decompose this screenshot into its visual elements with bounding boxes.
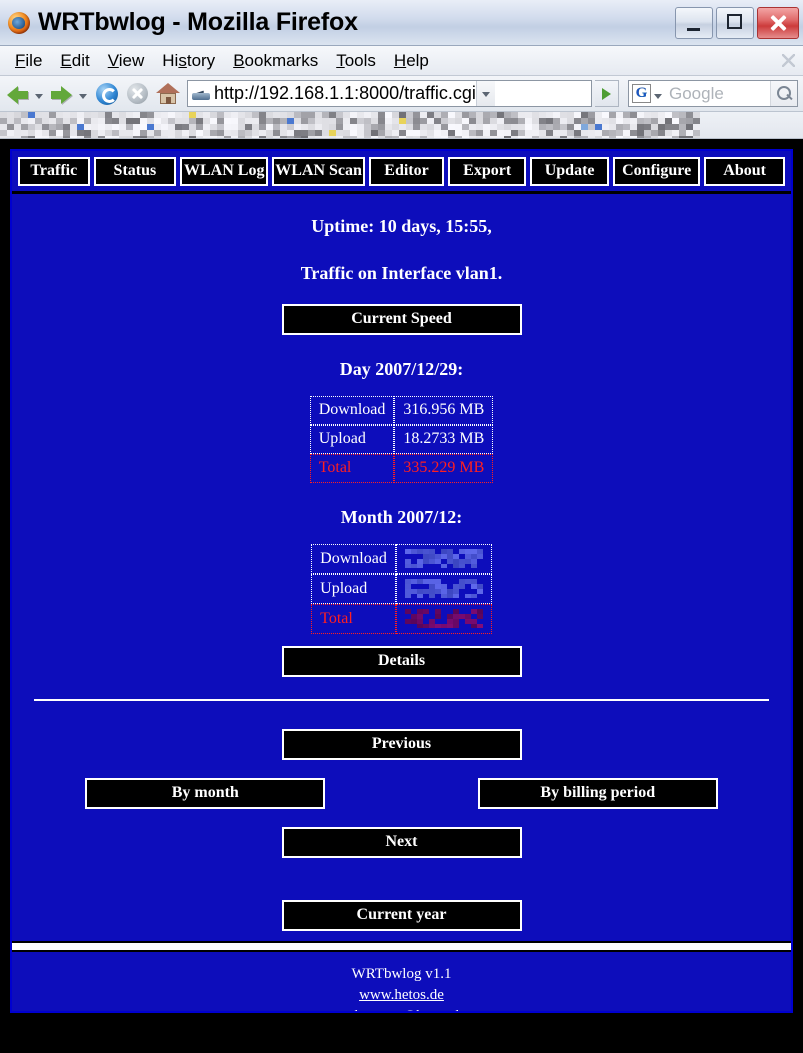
by-month-button[interactable]: By month — [85, 778, 325, 809]
table-row: Total 335.229 MB — [310, 454, 494, 483]
firefox-globe-icon — [6, 10, 32, 36]
month-title: Month 2007/12: — [12, 507, 791, 528]
row-label: Upload — [311, 574, 396, 604]
email-link[interactable]: webmaster@hetos.de — [12, 1006, 791, 1013]
forward-button[interactable] — [49, 81, 75, 107]
top-tab-update[interactable]: Update — [530, 157, 609, 186]
previous-button[interactable]: Previous — [282, 729, 522, 760]
by-billing-period-button[interactable]: By billing period — [478, 778, 718, 809]
day-traffic-table: Download 316.956 MB Upload 18.2733 MB Total 3… — [310, 396, 494, 483]
redacted-value — [405, 609, 483, 628]
menubar-grip-icon — [782, 54, 795, 67]
footer-divider — [12, 941, 791, 952]
url-bar[interactable]: http://192.168.1.1:8000/traffic.cgi — [187, 80, 592, 107]
menu-help[interactable]: Help — [385, 49, 438, 73]
firefox-window: WRTbwlog - Mozilla Firefox File Edit Vie… — [0, 0, 803, 1053]
table-row: Upload — [311, 574, 492, 604]
row-value: 335.229 MB — [394, 454, 493, 483]
section-divider — [34, 699, 769, 701]
top-tab-export[interactable]: Export — [448, 157, 526, 186]
version-text: WRTbwlog v1.1 — [12, 964, 791, 985]
home-icon[interactable] — [156, 83, 180, 105]
menu-tools[interactable]: Tools — [327, 49, 385, 73]
reload-icon[interactable] — [96, 83, 118, 105]
minimize-button[interactable] — [675, 7, 713, 39]
redacted-value — [405, 579, 483, 598]
navigation-toolbar: http://192.168.1.1:8000/traffic.cgi G Go… — [0, 76, 803, 112]
top-tab-about[interactable]: About — [704, 157, 785, 186]
current-year-button[interactable]: Current year — [282, 900, 522, 931]
stop-icon[interactable] — [127, 83, 148, 104]
top-tab-status[interactable]: Status — [94, 157, 177, 186]
menu-file[interactable]: File — [6, 49, 51, 73]
row-value — [396, 544, 492, 574]
table-row: Download — [311, 544, 492, 574]
url-text: http://192.168.1.1:8000/traffic.cgi — [214, 83, 476, 104]
uptime-text: Uptime: 10 days, 15:55, — [12, 216, 791, 237]
row-label: Upload — [310, 425, 395, 454]
bookmarks-toolbar[interactable] — [0, 112, 803, 139]
details-button[interactable]: Details — [282, 646, 522, 677]
row-label: Total — [311, 604, 396, 634]
period-mode-buttons: By month By billing period — [12, 778, 791, 809]
next-button[interactable]: Next — [282, 827, 522, 858]
page-footer: WRTbwlog v1.1 www.hetos.de webmaster@het… — [12, 952, 791, 1013]
website-link[interactable]: www.hetos.de — [12, 985, 791, 1006]
search-engine-dropdown-icon[interactable] — [654, 94, 662, 99]
close-button[interactable] — [757, 7, 799, 39]
wrtbwlog-page: Traffic Status WLAN Log WLAN Scan Editor Expo… — [10, 149, 793, 1013]
menu-edit[interactable]: Edit — [51, 49, 98, 73]
row-label: Download — [310, 396, 395, 425]
redacted-value — [405, 549, 483, 568]
top-tab-wlanlog[interactable]: WLAN Log — [180, 157, 268, 186]
window-titlebar: WRTbwlog - Mozilla Firefox — [0, 0, 803, 46]
top-tab-configure[interactable]: Configure — [613, 157, 700, 186]
top-tab-wlanscan[interactable]: WLAN Scan — [272, 157, 365, 186]
table-row: Download 316.956 MB — [310, 396, 494, 425]
menu-history[interactable]: History — [153, 49, 224, 73]
day-title: Day 2007/12/29: — [12, 359, 791, 380]
top-tab-editor[interactable]: Editor — [369, 157, 444, 186]
url-dropdown-icon[interactable] — [476, 81, 495, 106]
top-nav-tabs: Traffic Status WLAN Log WLAN Scan Editor Expo… — [12, 151, 791, 191]
main-content: Uptime: 10 days, 15:55, Traffic on Inter… — [12, 194, 791, 931]
google-icon[interactable]: G — [632, 84, 651, 103]
search-bar[interactable]: G Google — [628, 80, 798, 107]
row-value: 316.956 MB — [394, 396, 493, 425]
row-label: Download — [311, 544, 396, 574]
menu-view[interactable]: View — [99, 49, 154, 73]
menu-bookmarks[interactable]: Bookmarks — [224, 49, 327, 73]
window-controls — [675, 7, 799, 39]
menubar: File Edit View History Bookmarks Tools H… — [0, 46, 803, 76]
table-row: Total — [311, 604, 492, 634]
back-dropdown-icon[interactable] — [35, 94, 43, 99]
go-button[interactable] — [595, 80, 619, 107]
table-row: Upload 18.2733 MB — [310, 425, 494, 454]
top-tab-traffic[interactable]: Traffic — [18, 157, 90, 186]
search-icon[interactable] — [770, 81, 797, 106]
window-title: WRTbwlog - Mozilla Firefox — [38, 8, 675, 37]
interface-text: Traffic on Interface vlan1. — [12, 263, 791, 284]
back-button[interactable] — [5, 81, 31, 107]
maximize-button[interactable] — [716, 7, 754, 39]
row-value — [396, 604, 492, 634]
month-traffic-table: Download Upload Total — [311, 544, 492, 634]
page-viewport: Traffic Status WLAN Log WLAN Scan Editor Expo… — [0, 139, 803, 1023]
search-input[interactable]: Google — [665, 84, 770, 104]
row-label: Total — [310, 454, 395, 483]
row-value — [396, 574, 492, 604]
forward-dropdown-icon[interactable] — [79, 94, 87, 99]
current-speed-button[interactable]: Current Speed — [282, 304, 522, 335]
row-value: 18.2733 MB — [394, 425, 493, 454]
site-favicon-icon — [192, 88, 210, 100]
